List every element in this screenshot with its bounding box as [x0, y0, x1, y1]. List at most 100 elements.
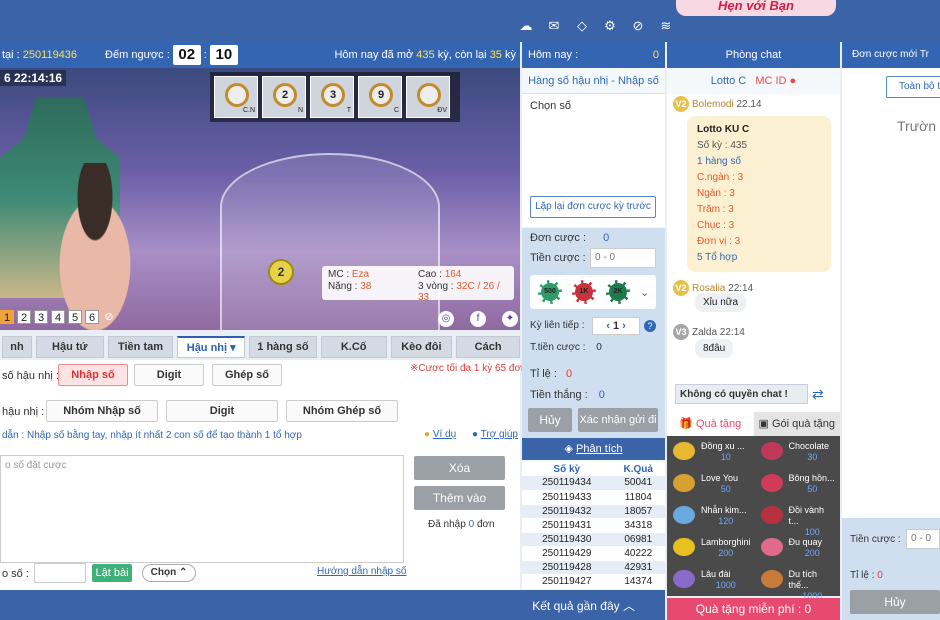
right-tien-cuoc-input[interactable]: 0 - 0 [906, 529, 940, 549]
example-link[interactable]: ● Ví dụ [424, 429, 456, 440]
gift-item[interactable]: Nhẫn kim... 120 [667, 500, 755, 532]
tab-gifts[interactable]: 🎁 Quà tặng [667, 412, 754, 436]
consecutive-stepper[interactable]: ‹ 1 › [592, 317, 640, 335]
video-clock: 6 22:14:16 [0, 70, 67, 86]
gift-item[interactable]: Chocolate 30 [755, 436, 840, 468]
empty-state-text: Trườn [897, 118, 937, 134]
wifi-icon[interactable]: ≋ [658, 18, 674, 34]
gift-item[interactable]: Du tích thế... 1000 [755, 564, 840, 601]
table-row[interactable]: 250119428 42931 [522, 560, 665, 575]
analysis-icon: ◈ [564, 443, 573, 455]
tab-cach-choi[interactable]: Cách Chơi▾ [456, 336, 520, 373]
tab-gift-pack[interactable]: ▣ Gói quà tặng [753, 412, 840, 436]
analysis-button[interactable]: ◈ Phân tích [522, 438, 665, 460]
number-input-area[interactable]: o số đặt cược [0, 455, 404, 563]
gift-item[interactable]: Love You 50 [667, 468, 755, 500]
video-icons: ◎ f ✦ [438, 311, 518, 327]
result-balls: C.N 2N 3T 9C ĐV [210, 72, 460, 122]
table-row[interactable]: 250119432 18057 [522, 504, 665, 519]
host-image [40, 163, 150, 330]
mute-icon[interactable]: ⊘ [102, 310, 116, 324]
gear-icon[interactable]: ⚙ [602, 18, 618, 34]
share-icon[interactable]: ✦ [502, 311, 518, 327]
tab-k-co-dinh[interactable]: K.Cố Định [320, 336, 387, 373]
chat-room-tab[interactable]: Lotto C MC ID ● [667, 68, 840, 94]
camera-1[interactable]: 1 [0, 310, 14, 324]
swap-icon[interactable]: ⇄ [812, 386, 828, 402]
repeat-bet-button[interactable]: Lặp lại đơn cược kỳ trước [530, 196, 656, 218]
camera-5[interactable]: 5 [68, 310, 82, 324]
clear-button[interactable]: Xóa [414, 456, 505, 480]
add-to-list-button[interactable]: Thêm vào D.sách [414, 486, 505, 529]
settings-icon[interactable]: ◎ [438, 311, 454, 327]
help-icon[interactable]: ? [644, 320, 656, 332]
tab-hau-tu[interactable]: Hậu tứ [35, 336, 104, 358]
help-link[interactable]: ● Trợ giúp [472, 429, 518, 440]
chat-input[interactable]: Không có quyền chat ! [675, 384, 808, 404]
nhap-so-button[interactable]: Nhập số [58, 364, 128, 386]
promo-banner[interactable]: Hẹn với Bạn [676, 0, 836, 16]
tab-1-hang-so[interactable]: 1 hàng số [249, 336, 317, 358]
ghep-so-button[interactable]: Ghép số [212, 364, 282, 386]
chip-selector: 500 1K 2K ⌄ [530, 275, 656, 309]
facebook-icon[interactable]: f [470, 311, 486, 327]
tab-tien-tam[interactable]: Tiền tam ▾ [107, 336, 174, 373]
chip-2k[interactable]: 2K [606, 280, 630, 304]
diamond-icon[interactable]: ◇ [574, 18, 590, 34]
input-guide-link[interactable]: Hướng dẫn nhập số [317, 566, 406, 577]
camera-2[interactable]: 2 [17, 310, 31, 324]
table-row[interactable]: 250119429 40222 [522, 546, 665, 561]
chat-text: Xỉu nữa [695, 293, 747, 312]
cancel-button[interactable]: Hủy [528, 408, 572, 432]
confirm-send-button[interactable]: Xác nhận gửi đi [578, 408, 658, 432]
mc-info: MC : Eza Cao : 164 Nặng : 38 3 vòng : 32… [322, 266, 514, 303]
digit-button[interactable]: Digit [134, 364, 204, 386]
recent-results-bar[interactable]: Kết quả gần đây ︿ [0, 590, 665, 620]
col-period: Số kỳ [522, 462, 612, 476]
table-row[interactable]: 250119434 50041 [522, 476, 665, 491]
chevron-down-icon[interactable]: ⌄ [640, 286, 649, 299]
camera-6[interactable]: 6 [85, 310, 99, 324]
nhom-ghep-so-button[interactable]: Nhóm Ghép số [286, 400, 398, 422]
vip-badge: V2 [673, 280, 689, 296]
table-row[interactable]: 250119427 14374 [522, 574, 665, 589]
mail-icon[interactable]: ✉ [546, 18, 562, 34]
entered-count: Đã nhập 0 đơn [428, 519, 495, 530]
digit-group-button[interactable]: Digit [166, 400, 278, 422]
table-row[interactable]: 250119433 11804 [522, 490, 665, 505]
results-table: Số kỳ K.Quả 250119434 50041 250119433 11804… [522, 462, 665, 589]
gift-item[interactable]: Lamborghini 200 [667, 532, 755, 564]
chip-500[interactable]: 500 [538, 280, 562, 304]
live-ball: 2 [268, 259, 294, 285]
nhom-nhap-so-button[interactable]: Nhóm Nhập số [46, 400, 158, 422]
gift-item[interactable]: Đu quay 200 [755, 532, 840, 564]
lottery-machine [220, 153, 440, 330]
gift-item[interactable]: Lâu đài 1000 [667, 564, 755, 596]
gift-item[interactable]: Đồi vành t... 100 [755, 500, 840, 537]
gift-item[interactable]: Bông hồn... 50 [755, 468, 840, 500]
ball-slot: 9C [358, 76, 402, 118]
tab-hau-nhi[interactable]: Hậu nhị ▾ [177, 336, 246, 358]
chip-1k[interactable]: 1K [572, 280, 596, 304]
cloud-icon[interactable]: ☁ [518, 18, 534, 34]
chevron-up-icon: ︿ [622, 599, 635, 613]
all-bets-button[interactable]: Toàn bộ t [886, 76, 940, 98]
tien-cuoc-label: Tiền cược : [530, 252, 586, 264]
table-row[interactable]: 250119430 06981 [522, 532, 665, 547]
ball-slot: 3T [310, 76, 354, 118]
right-cancel-button[interactable]: Hủy [850, 590, 940, 614]
gift-item[interactable]: Đồng xu ... 10 [667, 436, 755, 468]
camera-4[interactable]: 4 [51, 310, 65, 324]
free-gift-bar[interactable]: Quà tặng miễn phí : 0 [667, 598, 840, 620]
camera-3[interactable]: 3 [34, 310, 48, 324]
chat-title: Phòng chat [667, 42, 840, 68]
chon-dropdown[interactable]: Chọn ⌃ [142, 564, 196, 582]
no-signal-icon[interactable]: ⊘ [630, 18, 646, 34]
tab-keo-doi[interactable]: Kèo đôi [390, 336, 453, 358]
lat-bai-button[interactable]: Lật bài [92, 564, 132, 582]
table-row[interactable]: 250119431 34318 [522, 518, 665, 533]
tien-cuoc-input[interactable]: 0 - 0 [590, 248, 656, 268]
bet-share-bubble[interactable]: Lotto KU C Số kỳ : 435 1 hàng số C.ngàn … [687, 116, 831, 272]
tab-nh[interactable]: nh [2, 336, 32, 358]
so-input[interactable] [34, 563, 86, 583]
